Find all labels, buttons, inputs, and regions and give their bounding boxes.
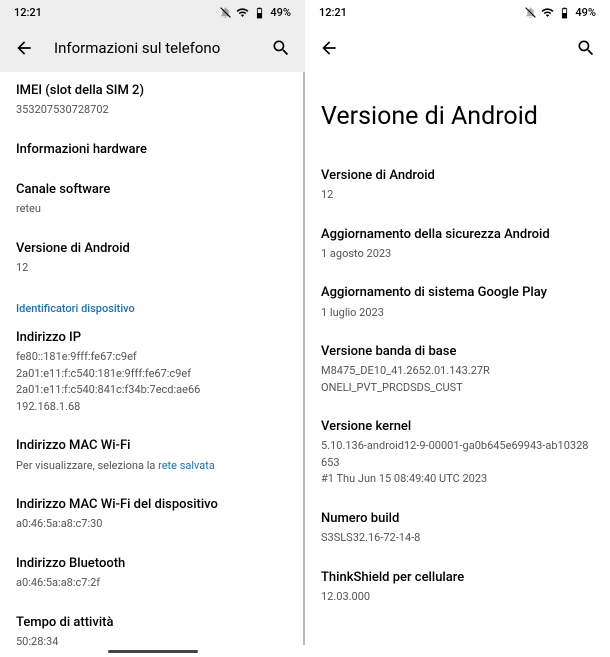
- item-value: 353207530728702: [16, 102, 289, 119]
- item-title: Informazioni hardware: [16, 141, 289, 159]
- setting-item[interactable]: Versione di Android 12: [16, 230, 289, 289]
- setting-item[interactable]: Indirizzo Bluetooth a0:46:5a:a8:c7:2f: [16, 545, 289, 604]
- item-title: ThinkShield per cellulare: [321, 569, 594, 587]
- item-value: 12: [16, 260, 289, 277]
- item-value: 12: [321, 187, 594, 204]
- back-icon[interactable]: [14, 38, 34, 58]
- toolbar: Informazioni sul telefono: [0, 24, 305, 72]
- item-title: Indirizzo MAC Wi-Fi del dispositivo: [16, 496, 289, 514]
- item-title: Versione kernel: [321, 418, 594, 436]
- back-icon[interactable]: [319, 38, 339, 58]
- wifi-icon: [236, 6, 249, 19]
- setting-item[interactable]: Aggiornamento della sicurezza Android 1 a…: [321, 216, 594, 275]
- item-title: Versione banda di base: [321, 343, 594, 361]
- status-bar: 12:21 49%: [305, 0, 610, 24]
- status-icons: 49%: [524, 6, 596, 19]
- setting-item[interactable]: Versione banda di base M8475_DE10_41.2652…: [321, 333, 594, 408]
- page-title: Informazioni sul telefono: [54, 39, 251, 57]
- battery-pct: 49%: [270, 6, 291, 19]
- item-value: fe80::181e:9fff:fe67:c9ef 2a01:e11:f:c54…: [16, 349, 289, 415]
- item-value: M8475_DE10_41.2652.01.143.27R ONELI_PVT_…: [321, 363, 594, 396]
- item-title: IMEI (slot della SIM 2): [16, 82, 289, 100]
- item-value: 50:28:34: [16, 634, 289, 651]
- item-value: a0:46:5a:a8:c7:2f: [16, 575, 289, 592]
- search-icon[interactable]: [271, 38, 291, 58]
- item-title: Indirizzo MAC Wi-Fi: [16, 437, 289, 455]
- item-value: a0:46:5a:a8:c7:30: [16, 516, 289, 533]
- status-bar: 12:21 49%: [0, 0, 305, 24]
- setting-item[interactable]: Tempo di attività 50:28:34: [16, 604, 289, 657]
- item-title: Canale software: [16, 181, 289, 199]
- phone-left: 12:21 49% Informazioni sul telefono IMEI…: [0, 0, 305, 657]
- battery-pct: 49%: [575, 6, 596, 19]
- item-value: 1 agosto 2023: [321, 246, 594, 263]
- dnd-icon: [524, 6, 537, 19]
- setting-item[interactable]: Versione di Android 12: [321, 157, 594, 216]
- link-text[interactable]: rete salvata: [158, 459, 215, 472]
- status-time: 12:21: [14, 6, 42, 19]
- item-title: Aggiornamento di sistema Google Play: [321, 284, 594, 302]
- battery-icon: [253, 6, 266, 19]
- setting-item[interactable]: Numero build S3SLS32.16-72-14-8: [321, 500, 594, 559]
- item-value: S3SLS32.16-72-14-8: [321, 530, 594, 547]
- item-value: 5.10.136-android12-9-00001-ga0b645e69943…: [321, 438, 594, 488]
- item-value: reteu: [16, 201, 289, 218]
- setting-item[interactable]: ThinkShield per cellulare 12.03.000: [321, 559, 594, 618]
- item-title: Aggiornamento della sicurezza Android: [321, 226, 594, 244]
- battery-icon: [558, 6, 571, 19]
- setting-item[interactable]: Indirizzo IPfe80::181e:9fff:fe67:c9ef 2a…: [16, 319, 289, 427]
- section-header: Identificatori dispositivo: [16, 288, 289, 319]
- content[interactable]: IMEI (slot della SIM 2) 353207530728702 I…: [0, 72, 305, 657]
- search-icon[interactable]: [576, 38, 596, 58]
- wifi-icon: [541, 6, 554, 19]
- setting-item[interactable]: Informazioni hardware: [16, 131, 289, 171]
- item-title: Indirizzo Bluetooth: [16, 555, 289, 573]
- setting-item[interactable]: Indirizzo MAC Wi-Fi Per visualizzare, sel…: [16, 427, 289, 486]
- content[interactable]: Versione di Android Versione di Android 1…: [305, 72, 610, 657]
- phone-right: 12:21 49% Versione di Android Versione d…: [305, 0, 610, 657]
- setting-item[interactable]: IMEI (slot della SIM 2) 353207530728702: [16, 72, 289, 131]
- item-value: Per visualizzare, seleziona la rete salv…: [16, 458, 289, 475]
- big-title: Versione di Android: [321, 72, 594, 157]
- status-time: 12:21: [319, 6, 347, 19]
- setting-item[interactable]: Indirizzo MAC Wi-Fi del dispositivo a0:46…: [16, 486, 289, 545]
- item-value: 1 luglio 2023: [321, 305, 594, 322]
- item-value: 12.03.000: [321, 589, 594, 606]
- setting-item[interactable]: Canale software reteu: [16, 171, 289, 230]
- setting-item[interactable]: Versione kernel 5.10.136-android12-9-0000…: [321, 408, 594, 500]
- item-title: Numero build: [321, 510, 594, 528]
- setting-item[interactable]: Aggiornamento di sistema Google Play 1 lu…: [321, 274, 594, 333]
- item-title: Tempo di attività: [16, 614, 289, 632]
- item-title: Versione di Android: [16, 240, 289, 258]
- status-icons: 49%: [219, 6, 291, 19]
- item-title: Indirizzo IP: [16, 329, 289, 347]
- nav-indicator: [108, 650, 198, 653]
- toolbar: [305, 24, 610, 72]
- item-title: Versione di Android: [321, 167, 594, 185]
- dnd-icon: [219, 6, 232, 19]
